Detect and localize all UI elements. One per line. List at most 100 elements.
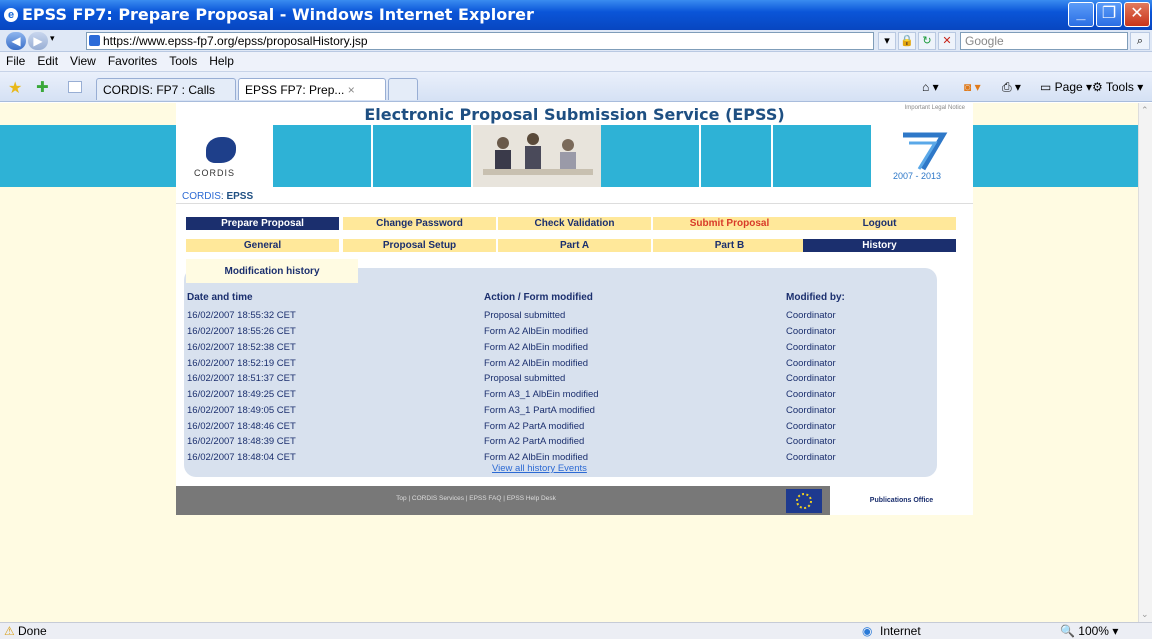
favorites-star-icon[interactable]: ★ [8,78,22,98]
row-date: 16/02/2007 18:48:46 CET [187,421,296,432]
page-icon [89,35,100,46]
tab-cordis[interactable]: CORDIS: FP7 : Calls [96,78,236,100]
refresh-icon[interactable]: ↻ [918,32,936,50]
fp7-years: 2007 - 2013 [893,171,942,181]
tab-close-icon[interactable]: × [348,83,355,97]
quick-tabs-icon[interactable] [68,81,82,93]
maximize-button[interactable]: ❐ [1096,2,1122,27]
col-header-action: Action / Form modified [484,292,593,303]
add-favorite-icon[interactable]: ✚ [36,78,49,96]
breadcrumb: CORDIS: EPSS [182,191,253,202]
row-modified-by: Coordinator [786,373,836,384]
window-title: EPSS FP7: Prepare Proposal - Windows Int… [22,5,534,24]
menu-help[interactable]: Help [203,52,240,68]
tab-part-a[interactable]: Part A [498,239,651,252]
tab-bar: ★ ✚ CORDIS: FP7 : Calls EPSS FP7: Prep..… [0,72,1152,102]
tab-part-b[interactable]: Part B [653,239,806,252]
breadcrumb-current: EPSS [226,191,254,202]
warning-icon: ⚠ [4,624,15,638]
row-date: 16/02/2007 18:55:32 CET [187,310,296,321]
tab-label: CORDIS: FP7 : Calls [103,83,216,97]
tab-general[interactable]: General [186,239,339,252]
tab-proposal-setup[interactable]: Proposal Setup [343,239,496,252]
fp7-logo: 2007 - 2013 [873,125,973,187]
footer-links[interactable]: Top | CORDIS Services | EPSS FAQ | EPSS … [176,495,776,502]
minimize-button[interactable]: _ [1068,2,1094,27]
address-bar: ◀ ▶ ▾ https://www.epss-fp7.org/epss/prop… [0,30,1152,52]
tab-label: EPSS FP7: Prep... [245,83,345,97]
title-bar: e EPSS FP7: Prepare Proposal - Windows I… [0,0,1152,30]
new-tab-button[interactable] [388,78,418,100]
breadcrumb-cordis-link[interactable]: CORDIS [182,191,221,202]
row-modified-by: Coordinator [786,436,836,447]
row-date: 16/02/2007 18:55:26 CET [187,326,296,337]
legal-notice-link[interactable]: Important Legal Notice [905,105,965,111]
banner-segment [701,125,773,187]
menu-logout[interactable]: Logout [803,217,956,230]
home-icon[interactable]: ⌂ ▾ [922,80,939,94]
page-menu[interactable]: ▭ Page ▾ [1040,80,1092,94]
internet-zone-icon: ◉ [862,624,873,638]
col-header-modified-by: Modified by: [786,292,845,303]
banner-bg-left [0,125,176,187]
stop-icon[interactable]: ✕ [938,32,956,50]
url-dropdown-icon[interactable]: ▾ [878,32,896,50]
feeds-icon[interactable]: ◙ ▾ [964,80,981,94]
row-date: 16/02/2007 18:52:19 CET [187,358,296,369]
history-panel: Date and time Action / Form modified Mod… [184,268,937,477]
menu-edit[interactable]: Edit [31,52,64,68]
tab-modification-history[interactable]: Modification history [186,259,358,283]
history-dropdown-icon[interactable]: ▾ [50,33,55,44]
menu-check-validation[interactable]: Check Validation [498,217,651,230]
menu-submit-proposal[interactable]: Submit Proposal [653,217,806,230]
tab-history[interactable]: History [803,239,956,252]
browser-window: e EPSS FP7: Prepare Proposal - Windows I… [0,0,1152,639]
fp7-seven-icon [903,132,948,171]
col-header-date: Date and time [187,292,253,303]
view-all-history-link[interactable]: View all history Events [492,463,587,474]
menu-change-password[interactable]: Change Password [343,217,496,230]
tab-epss[interactable]: EPSS FP7: Prep... × [238,78,386,100]
url-text: https://www.epss-fp7.org/epss/proposalHi… [103,34,368,48]
page-footer: Top | CORDIS Services | EPSS FAQ | EPSS … [176,486,973,515]
row-modified-by: Coordinator [786,358,836,369]
scroll-down-icon[interactable]: ⌄ [1141,609,1149,620]
zoom-level[interactable]: 🔍 100% ▾ [1060,624,1118,638]
search-input[interactable]: Google [960,32,1128,50]
url-input[interactable]: https://www.epss-fp7.org/epss/proposalHi… [86,32,874,50]
forward-button[interactable]: ▶ [28,32,48,50]
cordis-logo-box[interactable]: CORDIS [176,125,273,187]
menu-file[interactable]: File [0,52,31,68]
row-modified-by: Coordinator [786,389,836,400]
row-action: Proposal submitted [484,310,566,321]
close-button[interactable]: ✕ [1124,2,1150,27]
cordis-logo-text: CORDIS [194,168,236,178]
status-bar: ⚠ Done ◉ Internet 🔍 100% ▾ [0,622,1152,639]
publications-office-link[interactable]: Publications Office [830,486,973,515]
row-date: 16/02/2007 18:52:38 CET [187,342,296,353]
banner-bg-right [973,125,1138,187]
tools-menu[interactable]: ⚙ Tools ▾ [1092,80,1143,94]
lock-icon[interactable]: 🔒 [898,32,916,50]
page-title: Electronic Proposal Submission Service (… [364,105,785,124]
banner-segment [373,125,473,187]
row-modified-by: Coordinator [786,452,836,463]
row-modified-by: Coordinator [786,342,836,353]
row-date: 16/02/2007 18:49:05 CET [187,405,296,416]
menu-tools[interactable]: Tools [163,52,203,68]
back-button[interactable]: ◀ [6,32,26,50]
row-action: Form A2 PartA modified [484,436,585,447]
row-date: 16/02/2007 18:48:04 CET [187,452,296,463]
menu-view[interactable]: View [64,52,102,68]
vertical-scrollbar[interactable]: ⌃ ⌄ [1138,103,1152,622]
print-icon[interactable]: ⎙ ▾ [1002,80,1021,95]
menu-prepare-proposal[interactable]: Prepare Proposal [186,217,339,230]
menu-bar: File Edit View Favorites Tools Help [0,52,1152,72]
menu-favorites[interactable]: Favorites [102,52,163,68]
search-icon[interactable]: ⌕ [1130,32,1150,50]
page-viewport: Electronic Proposal Submission Service (… [0,103,1138,622]
scroll-up-icon[interactable]: ⌃ [1141,105,1149,116]
header-banner: CORDIS 2007 - 2013 [176,125,973,187]
row-action: Form A2 PartA modified [484,421,585,432]
banner-segment [273,125,373,187]
